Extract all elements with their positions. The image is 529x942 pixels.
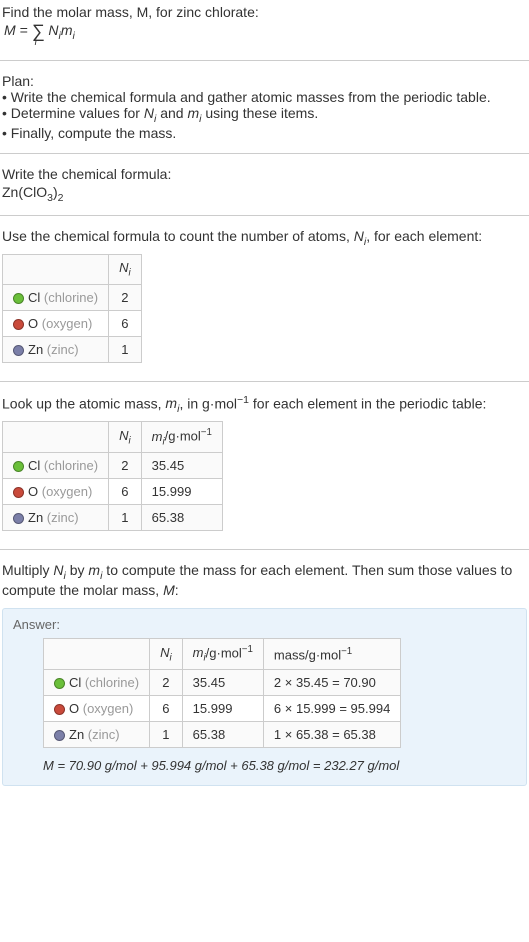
answer-label: Answer: (13, 617, 516, 632)
element-dot-icon (13, 461, 24, 472)
plan-bullet-1: • Write the chemical formula and gather … (2, 89, 527, 105)
plan-bullet-3: • Finally, compute the mass. (2, 125, 527, 141)
element-dot-icon (13, 319, 24, 330)
table-row: Cl (chlorine) 2 (3, 284, 142, 310)
intro-line1: Find the molar mass, M, for zinc chlorat… (2, 4, 259, 20)
multiply-heading: Multiply Ni by mi to compute the mass fo… (2, 562, 527, 598)
cf-formula: Zn(ClO3)2 (2, 182, 527, 204)
cf-heading: Write the chemical formula: (2, 166, 527, 182)
element-dot-icon (54, 730, 65, 741)
element-dot-icon (54, 678, 65, 689)
sum-index: i (35, 38, 37, 48)
answer-box: Answer: Ni mi/g·mol−1 mass/g·mol−1 Cl (c… (2, 608, 527, 786)
chemical-formula-block: Write the chemical formula: Zn(ClO3)2 (0, 162, 529, 208)
divider (0, 381, 529, 382)
divider (0, 549, 529, 550)
table-row: O (oxygen) 6 15.999 (3, 479, 223, 505)
intro-text: Find the molar mass, M, for zinc chlorat… (2, 4, 527, 20)
table-header: Ni (3, 255, 142, 285)
element-dot-icon (13, 345, 24, 356)
plan-bullet-2: • Determine values for Ni and mi using t… (2, 105, 527, 125)
count-block: Use the chemical formula to count the nu… (0, 224, 529, 372)
table-row: Zn (zinc) 1 (3, 336, 142, 362)
divider (0, 60, 529, 61)
plan-block: Plan: • Write the chemical formula and g… (0, 69, 529, 145)
final-equation: M = 70.90 g/mol + 95.994 g/mol + 65.38 g… (43, 758, 516, 773)
element-dot-icon (13, 487, 24, 498)
mass-block: Look up the atomic mass, mi, in g·mol−1 … (0, 390, 529, 541)
answer-table: Ni mi/g·mol−1 mass/g·mol−1 Cl (chlorine)… (43, 638, 401, 748)
count-heading: Use the chemical formula to count the nu… (2, 228, 527, 248)
mass-heading: Look up the atomic mass, mi, in g·mol−1 … (2, 394, 527, 415)
element-dot-icon (13, 293, 24, 304)
table-row: Cl (chlorine) 2 35.45 (3, 453, 223, 479)
plan-heading: Plan: (2, 73, 527, 89)
table-row: Zn (zinc) 1 65.38 (3, 505, 223, 531)
table-row: O (oxygen) 6 15.999 6 × 15.999 = 95.994 (44, 695, 401, 721)
table-row: Cl (chlorine) 2 35.45 2 × 35.45 = 70.90 (44, 669, 401, 695)
divider (0, 215, 529, 216)
intro-block: Find the molar mass, M, for zinc chlorat… (0, 0, 529, 52)
table-row: Zn (zinc) 1 65.38 1 × 65.38 = 65.38 (44, 721, 401, 747)
table-header: Ni mi/g·mol−1 (3, 422, 223, 453)
element-dot-icon (54, 704, 65, 715)
table-header: Ni mi/g·mol−1 mass/g·mol−1 (44, 638, 401, 669)
count-table: Ni Cl (chlorine) 2 O (oxygen) 6 Zn (zinc… (2, 254, 142, 363)
table-row: O (oxygen) 6 (3, 310, 142, 336)
mass-table: Ni mi/g·mol−1 Cl (chlorine) 2 35.45 O (o… (2, 421, 223, 531)
element-dot-icon (13, 513, 24, 524)
multiply-block: Multiply Ni by mi to compute the mass fo… (0, 558, 529, 602)
intro-equation: M = ∑ i Nimi (2, 20, 527, 48)
divider (0, 153, 529, 154)
